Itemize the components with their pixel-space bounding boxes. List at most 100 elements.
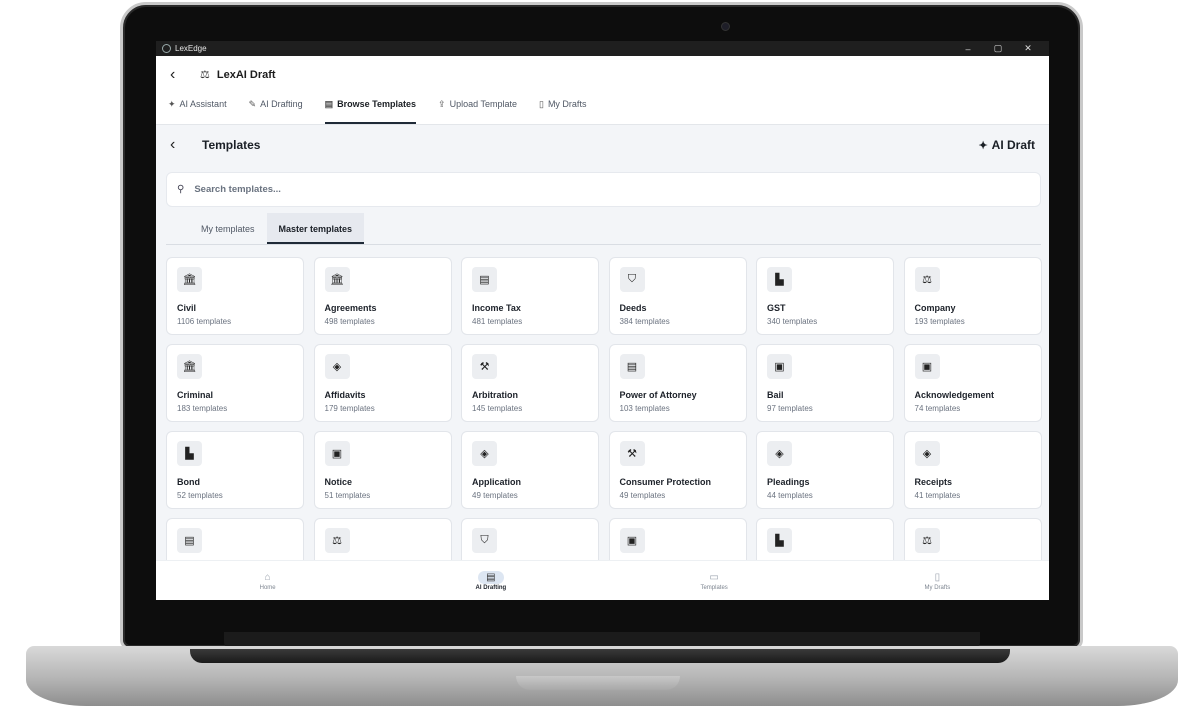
category-card[interactable]: ▣ Notice 51 templates <box>313 431 452 509</box>
sparkle-icon: ✦ <box>168 98 176 109</box>
nav-label: AI Drafting <box>475 584 507 591</box>
category-card[interactable]: ⚒ Arbitration 145 templates <box>461 344 599 422</box>
category-card[interactable]: ▣ Acknowledgement 74 templates <box>903 344 1042 422</box>
category-count: 145 templates <box>472 404 523 413</box>
laptop-notch <box>516 676 680 690</box>
app-screen: LexEdge – ▢ ✕ ‹ ⚖ LexAI Draft ✦ AI Assis… <box>156 41 1049 600</box>
category-icon: ◈ <box>324 354 350 379</box>
category-count: 193 templates <box>914 317 965 326</box>
search-input[interactable] <box>194 184 1040 195</box>
minimize-button[interactable]: – <box>953 44 983 54</box>
nav-ai-drafting[interactable]: ▤ AI Drafting <box>379 561 602 600</box>
templates-icon: ▤ <box>324 98 334 109</box>
category-icon: ⛉ <box>472 528 497 553</box>
category-card[interactable]: ▤ Power of Attorney 103 templates <box>608 344 747 422</box>
category-count: 49 templates <box>472 491 518 500</box>
tab-my-drafts[interactable]: ▯ My Drafts <box>539 94 586 124</box>
category-count: 52 templates <box>177 491 223 500</box>
category-card[interactable]: ⚒ Consumer Protection 49 templates <box>608 431 747 509</box>
category-icon: ⚖ <box>324 528 350 553</box>
category-name: Agreements <box>324 303 377 313</box>
category-icon: ▣ <box>767 354 792 379</box>
category-name: Notice <box>324 477 353 487</box>
category-count: 340 templates <box>767 317 818 326</box>
category-count: 384 templates <box>619 317 670 326</box>
close-button[interactable]: ✕ <box>1013 43 1043 54</box>
nav-label: Templates <box>700 584 728 591</box>
category-count: 481 templates <box>472 317 523 326</box>
tab-ai-drafting[interactable]: ✎ AI Drafting <box>249 94 303 124</box>
category-icon: ⚖ <box>914 528 940 553</box>
category-card[interactable]: ▣ Bail 97 templates <box>756 344 894 422</box>
app-logo-icon <box>162 44 171 53</box>
category-icon: ▤ <box>619 354 645 379</box>
ai-draft-button[interactable]: ✦ AI Draft <box>978 138 1035 152</box>
category-icon: ◈ <box>767 441 792 466</box>
app-title: LexAI Draft <box>216 68 276 81</box>
category-icon: 🏛 <box>177 354 202 379</box>
document-icon: ▯ <box>538 98 544 109</box>
category-card[interactable]: ◈ Affidavits 179 templates <box>313 344 452 422</box>
keyboard-strip <box>190 649 1010 663</box>
category-count: 183 templates <box>177 404 228 413</box>
category-name: Consumer Protection <box>619 477 712 487</box>
camera <box>721 22 730 31</box>
search-icon: ⚲ <box>177 184 185 195</box>
category-count: 97 templates <box>767 404 813 413</box>
search-bar: ⚲ <box>166 172 1041 207</box>
category-card[interactable]: ▤ Income Tax 481 templates <box>461 257 599 335</box>
back-button[interactable]: ‹ <box>170 66 188 84</box>
category-grid: 🏛 Civil 1106 templates 🏛 Agreements 498 templ… <box>166 257 1042 596</box>
ai-draft-label: AI Draft <box>991 138 1035 152</box>
category-name: Deeds <box>619 303 647 313</box>
tab-master-templates[interactable]: Master templates <box>266 213 365 244</box>
category-icon: ⚖ <box>914 267 940 292</box>
tab-ai-assistant[interactable]: ✦ AI Assistant <box>168 94 227 124</box>
tab-label: AI Assistant <box>179 99 227 109</box>
nav-label: Home <box>259 584 276 591</box>
nav-my-drafts[interactable]: ▯ My Drafts <box>826 561 1049 600</box>
category-card[interactable]: ▙ GST 340 templates <box>756 257 894 335</box>
category-name: Acknowledgement <box>914 390 995 400</box>
category-name: Criminal <box>177 390 214 400</box>
category-card[interactable]: 🏛 Civil 1106 templates <box>166 257 304 335</box>
category-icon: ▣ <box>914 354 940 379</box>
category-name: Bond <box>177 477 200 487</box>
category-icon: 🏛 <box>324 267 350 292</box>
drafts-icon: ▯ <box>934 571 941 583</box>
nav-templates[interactable]: ▭ Templates <box>603 561 826 600</box>
category-icon: ▤ <box>177 528 202 553</box>
maximize-button[interactable]: ▢ <box>983 43 1013 54</box>
tab-browse-templates[interactable]: ▤ Browse Templates <box>324 94 417 124</box>
nav-home[interactable]: ⌂ Home <box>156 561 379 600</box>
category-card[interactable]: ◈ Application 49 templates <box>461 431 599 509</box>
tab-label: Upload Template <box>449 99 517 109</box>
category-icon: 🏛 <box>177 267 202 292</box>
category-icon: ▤ <box>472 267 497 292</box>
category-card[interactable]: ◈ Pleadings 44 templates <box>756 431 894 509</box>
category-name: Company <box>914 303 956 313</box>
category-card[interactable]: ⛉ Deeds 384 templates <box>608 257 747 335</box>
category-card[interactable]: ▙ Bond 52 templates <box>166 431 304 509</box>
category-card[interactable]: 🏛 Criminal 183 templates <box>166 344 304 422</box>
tab-upload-template[interactable]: ⇪ Upload Template <box>438 94 517 124</box>
category-name: Income Tax <box>472 303 521 313</box>
tab-my-templates[interactable]: My templates <box>189 213 267 244</box>
category-card[interactable]: ⚖ Company 193 templates <box>903 257 1042 335</box>
window-title: LexEdge <box>175 44 207 53</box>
tab-label: Browse Templates <box>337 99 417 109</box>
edit-document-icon: ✎ <box>248 98 257 109</box>
main-tabs: ✦ AI Assistant ✎ AI Drafting ▤ Browse Te… <box>156 93 1049 125</box>
category-icon: ▙ <box>767 267 792 292</box>
templates-back-button[interactable]: ‹ <box>170 136 188 154</box>
category-name: Bail <box>767 390 784 400</box>
category-icon: ⚒ <box>472 354 497 379</box>
category-name: Civil <box>177 303 197 313</box>
upload-icon: ⇪ <box>438 98 446 109</box>
category-icon: ⛉ <box>619 267 645 292</box>
tab-label: AI Drafting <box>260 99 303 109</box>
category-card[interactable]: ◈ Receipts 41 templates <box>903 431 1042 509</box>
category-name: Receipts <box>914 477 953 487</box>
category-card[interactable]: 🏛 Agreements 498 templates <box>313 257 452 335</box>
nav-label: My Drafts <box>924 584 951 591</box>
